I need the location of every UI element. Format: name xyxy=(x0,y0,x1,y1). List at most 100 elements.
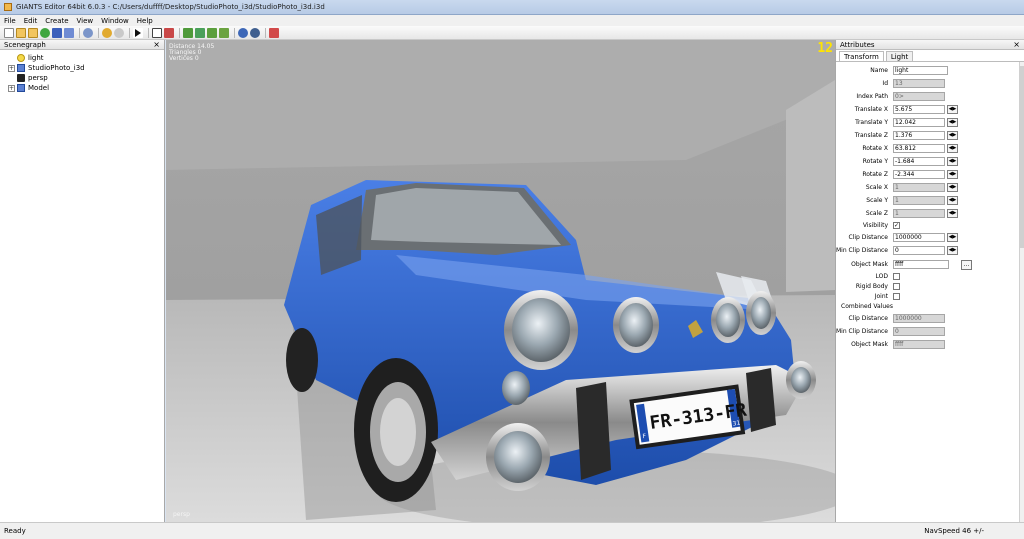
rotate-z-stepper[interactable]: ◀▶ xyxy=(947,170,958,179)
decal-icon[interactable] xyxy=(219,27,229,38)
close-icon[interactable]: × xyxy=(1013,40,1020,49)
menu-window[interactable]: Window xyxy=(101,17,129,25)
attributes-scrollbar[interactable] xyxy=(1019,62,1024,522)
undo-icon[interactable] xyxy=(102,27,112,38)
tab-transform[interactable]: Transform xyxy=(839,51,884,61)
name-field[interactable]: light xyxy=(893,66,948,75)
attr-label: Clip Distance xyxy=(848,234,888,241)
combined-min-clip-distance-field: 0 xyxy=(893,327,945,336)
attr-label: Joint xyxy=(874,293,888,300)
select-icon[interactable] xyxy=(152,27,162,38)
attr-label: Scale X xyxy=(865,184,888,191)
attr-label: Rotate X xyxy=(862,145,888,152)
translate-x-field[interactable]: 5.675 xyxy=(893,105,945,114)
menu-bar: File Edit Create View Window Help xyxy=(0,15,1024,26)
scale-x-stepper[interactable]: ◀▶ xyxy=(947,183,958,192)
combined-object-mask-field: ffff xyxy=(893,340,945,349)
attr-label: Name xyxy=(870,67,888,74)
paint-icon[interactable] xyxy=(195,27,205,38)
save-as-icon[interactable] xyxy=(64,27,74,38)
status-bar: Ready NavSpeed 46 +/- xyxy=(0,522,1024,539)
clip-distance-stepper[interactable]: ◀▶ xyxy=(947,233,958,242)
tree-node-persp[interactable]: persp xyxy=(8,73,164,83)
render-icon[interactable] xyxy=(269,27,279,38)
tree-node-model[interactable]: + Model xyxy=(8,83,164,93)
rotate-y-stepper[interactable]: ◀▶ xyxy=(947,157,958,166)
translate-z-stepper[interactable]: ◀▶ xyxy=(947,131,958,140)
scale-x-field: 1 xyxy=(893,183,945,192)
attr-label: Clip Distance xyxy=(848,315,888,322)
menu-file[interactable]: File xyxy=(4,17,16,25)
attr-label: Id xyxy=(882,80,888,87)
menu-create[interactable]: Create xyxy=(45,17,68,25)
rotate-z-field[interactable]: -2.344 xyxy=(893,170,945,179)
tree-node-label: StudioPhoto_i3d xyxy=(28,64,85,72)
terrain-icon[interactable] xyxy=(183,27,193,38)
scrollbar-thumb[interactable] xyxy=(1020,66,1024,248)
object-mask-field[interactable]: ffff xyxy=(893,260,949,269)
gear-icon[interactable] xyxy=(250,27,260,38)
tree-node-studiophoto[interactable]: + StudioPhoto_i3d xyxy=(8,63,164,73)
toolbar-separator xyxy=(179,27,180,38)
scale-y-stepper[interactable]: ◀▶ xyxy=(947,196,958,205)
rotate-x-stepper[interactable]: ◀▶ xyxy=(947,144,958,153)
translate-z-field[interactable]: 1.376 xyxy=(893,131,945,140)
new-file-icon[interactable] xyxy=(4,27,14,38)
menu-view[interactable]: View xyxy=(77,17,94,25)
scene-render: F 31 FR-313-FR xyxy=(166,40,835,522)
close-icon[interactable]: × xyxy=(153,40,160,49)
translate-x-stepper[interactable]: ◀▶ xyxy=(947,105,958,114)
expand-icon[interactable]: + xyxy=(8,84,15,92)
nav-speed-indicator: NavSpeed 46 +/- xyxy=(924,527,984,535)
id-field: 13 xyxy=(893,79,945,88)
joint-checkbox[interactable] xyxy=(893,293,900,300)
object-mask-browse-button[interactable]: ... xyxy=(961,260,972,270)
lod-checkbox[interactable] xyxy=(893,273,900,280)
export-icon[interactable] xyxy=(83,27,93,38)
foliage-icon[interactable] xyxy=(207,27,217,38)
move-icon[interactable] xyxy=(164,27,174,38)
3d-viewport[interactable]: F 31 FR-313-FR Distance 14.05 Triangles … xyxy=(166,40,835,522)
scale-z-stepper[interactable]: ◀▶ xyxy=(947,209,958,218)
attr-label: Translate Z xyxy=(854,132,888,139)
min-clip-distance-stepper[interactable]: ◀▶ xyxy=(947,246,958,255)
combined-clip-distance-row: Clip Distance 1000000 xyxy=(836,314,1020,325)
attr-translate-z-row: Translate Z 1.376 ◀▶ xyxy=(836,131,1020,142)
rotate-y-field[interactable]: -1.684 xyxy=(893,157,945,166)
attr-translate-y-row: Translate Y 12.042 ◀▶ xyxy=(836,118,1020,129)
transform-node-icon xyxy=(17,84,25,92)
camera-icon xyxy=(17,74,25,82)
translate-y-stepper[interactable]: ◀▶ xyxy=(947,118,958,127)
redo-icon[interactable] xyxy=(114,27,124,38)
attributes-header: Attributes × xyxy=(836,40,1024,50)
combined-min-clip-distance-row: Min Clip Distance 0 xyxy=(836,327,1020,338)
toolbar-separator xyxy=(98,27,99,38)
rotate-x-field[interactable]: 63.812 xyxy=(893,144,945,153)
reload-icon[interactable] xyxy=(40,27,50,38)
toolbar-separator xyxy=(265,27,266,38)
attr-clip-distance-row: Clip Distance 1000000 ◀▶ xyxy=(836,233,1020,244)
attr-scale-z-row: Scale Z 1 ◀▶ xyxy=(836,209,1020,220)
attributes-body: Name light Id 13 Index Path 0> Translate… xyxy=(836,61,1024,522)
translate-y-field[interactable]: 12.042 xyxy=(893,118,945,127)
scale-z-field: 1 xyxy=(893,209,945,218)
expand-icon[interactable]: + xyxy=(8,64,15,72)
min-clip-distance-field[interactable]: 0 xyxy=(893,246,945,255)
clip-distance-field[interactable]: 1000000 xyxy=(893,233,945,242)
menu-help[interactable]: Help xyxy=(137,17,153,25)
import-icon[interactable] xyxy=(28,27,38,38)
open-folder-icon[interactable] xyxy=(16,27,26,38)
save-icon[interactable] xyxy=(52,27,62,38)
play-icon[interactable] xyxy=(133,27,143,38)
menu-edit[interactable]: Edit xyxy=(24,17,38,25)
attr-label: Rotate Z xyxy=(862,171,888,178)
attr-label: Rotate Y xyxy=(862,158,888,165)
rigid-body-checkbox[interactable] xyxy=(893,283,900,290)
attr-joint-row: Joint xyxy=(836,292,1020,303)
attributes-tabs: Transform Light xyxy=(836,51,1024,61)
camera-settings-icon[interactable] xyxy=(238,27,248,38)
visibility-checkbox[interactable]: ✓ xyxy=(893,222,900,229)
tab-light[interactable]: Light xyxy=(885,51,914,61)
tree-node-light[interactable]: light xyxy=(8,53,164,63)
scenegraph-panel: Scenegraph × light + StudioPhoto_i3d per… xyxy=(0,40,165,522)
